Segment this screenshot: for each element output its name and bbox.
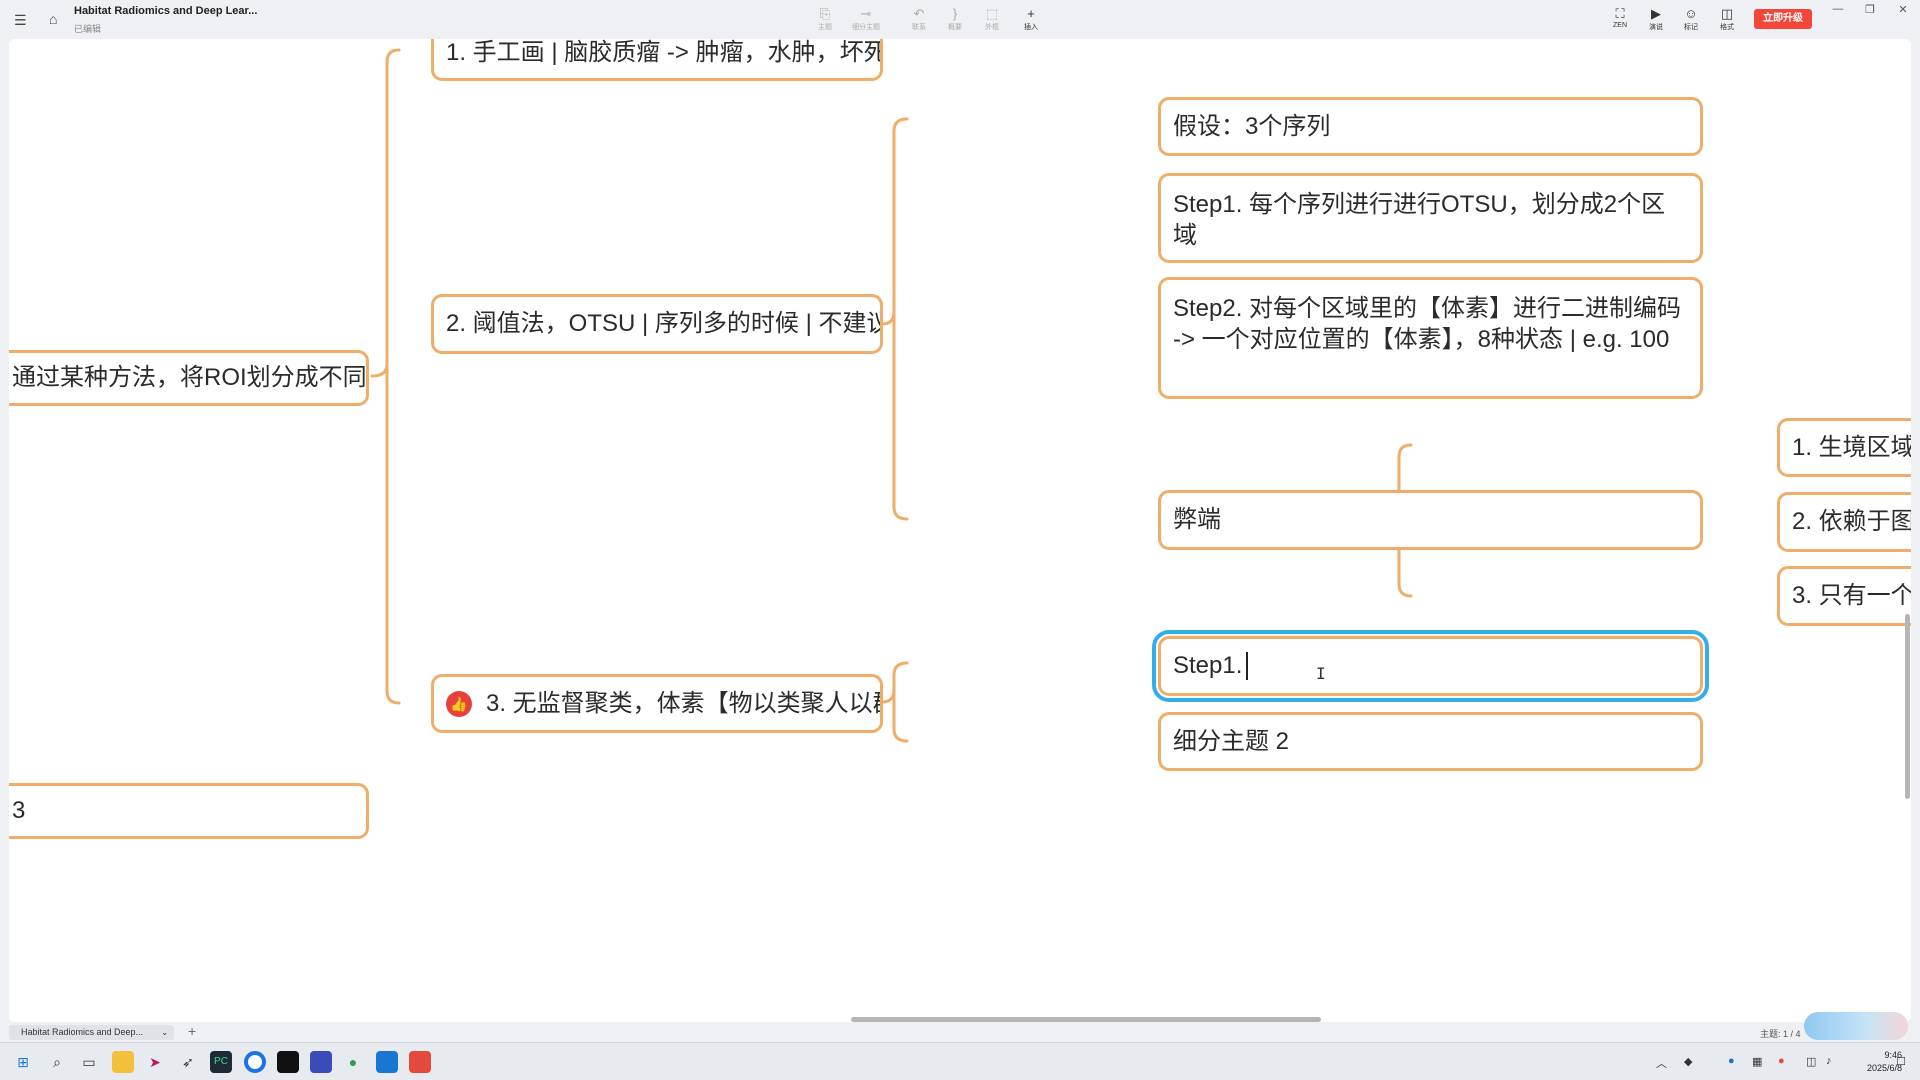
chevron-down-icon[interactable]: ⌄ xyxy=(161,1025,168,1040)
topic-step1-editing[interactable]: Step1. xyxy=(1152,630,1709,702)
title-bar: ☰ ⌂ Habitat Radiomics and Deep Lear... 已… xyxy=(0,0,1920,39)
terminal-icon[interactable] xyxy=(277,1051,299,1073)
topic-step1-editing-label[interactable]: Step1. xyxy=(1173,651,1242,681)
topic-unsupervised-clustering[interactable]: 👍 3. 无监督聚类，体素【物以类聚人以群分】 xyxy=(431,674,883,733)
format-button[interactable]: ◫ 格式 xyxy=(1707,6,1747,32)
notification-icon[interactable]: ☐ xyxy=(1896,1055,1906,1068)
topic-drawback[interactable]: 弊端 xyxy=(1158,490,1703,550)
maximize-icon[interactable]: ❐ xyxy=(1860,3,1880,16)
close-icon[interactable]: ✕ xyxy=(1893,3,1913,16)
summary-icon: } xyxy=(952,6,958,21)
format-icon: ◫ xyxy=(1720,6,1734,21)
keyboard-icon[interactable]: ▦ xyxy=(1752,1055,1762,1068)
wifi-icon[interactable]: ◫ xyxy=(1806,1055,1816,1068)
topic-assumption[interactable]: 假设：3个序列 xyxy=(1158,97,1703,156)
wechat-icon[interactable]: ● xyxy=(342,1051,364,1073)
topic-subtopic-2[interactable]: 细分主题 2 xyxy=(1158,712,1703,771)
teams-icon[interactable] xyxy=(310,1051,332,1073)
topic-count: 主题: 1 / 4 xyxy=(1760,1029,1801,1039)
upgrade-button[interactable]: 立即升级 xyxy=(1754,9,1812,29)
input-method-widget[interactable] xyxy=(1804,1012,1908,1040)
volume-icon[interactable]: ♪ xyxy=(1826,1055,1832,1067)
insert-icon: + xyxy=(1027,6,1035,21)
network-app-icon[interactable]: ◆ xyxy=(1684,1055,1692,1068)
add-sheet-icon[interactable]: + xyxy=(188,1023,196,1039)
document-status: 已编辑 xyxy=(74,24,102,34)
clock-date[interactable]: 2025/6/8 xyxy=(1852,1063,1902,1073)
chevron-up-icon[interactable]: ︿ xyxy=(1656,1055,1667,1071)
thumbs-up-icon: 👍 xyxy=(446,690,472,717)
relationship-tool-button[interactable]: ↶ 联系 xyxy=(899,6,939,32)
topic-left-main[interactable]: 通过某种方法，将ROI划分成不同的亚区 xyxy=(9,350,369,406)
topic-hand-drawn[interactable]: 1. 手工画 | 脑胶质瘤 -> 肿瘤，水肿，坏死...... xyxy=(431,39,883,81)
topic-step1-otsu[interactable]: Step1. 每个序列进行进行OTSU，划分成2个区域 xyxy=(1158,173,1703,263)
subtopic-tool-button[interactable]: ⊸ 细分主题 xyxy=(846,6,886,32)
subtopic-icon: ⊸ xyxy=(860,6,872,21)
pitch-icon: ▶ xyxy=(1651,6,1661,21)
file-explorer-icon[interactable] xyxy=(112,1051,134,1073)
marker-icon: ☺ xyxy=(1684,6,1698,21)
sheet-tab[interactable]: Habitat Radiomics and Deep... ⌄ xyxy=(9,1025,174,1040)
menu-icon[interactable]: ☰ xyxy=(14,13,27,27)
microphone-icon[interactable]: ● xyxy=(1728,1055,1735,1067)
boundary-icon: ⬚ xyxy=(985,6,999,21)
topic-habitat-region[interactable]: 1. 生境区域 xyxy=(1777,418,1911,477)
insert-tool-button[interactable]: + 插入 xyxy=(1011,6,1051,32)
ibeam-cursor: I xyxy=(1316,664,1326,683)
home-icon[interactable]: ⌂ xyxy=(49,12,57,26)
minimize-icon[interactable]: — xyxy=(1828,3,1848,15)
pitch-button[interactable]: ▶ 演说 xyxy=(1636,6,1676,32)
topic-threshold[interactable]: 2. 阈值法，OTSU | 序列多的时候 | 不建议 xyxy=(431,294,883,354)
pycharm-icon[interactable]: PC xyxy=(210,1051,232,1073)
vertical-scrollbar[interactable] xyxy=(1905,614,1910,799)
relationship-icon: ↶ xyxy=(913,6,925,21)
sheet-tab-label: Habitat Radiomics and Deep... xyxy=(21,1027,144,1037)
taskbar: ⊞ ⌕ ▭ ➤ ➶ PC ● ︿ ◆ ● ▦ ● ◫ ♪ 9:46 2025/6… xyxy=(0,1042,1920,1080)
xmind-icon[interactable] xyxy=(409,1051,431,1073)
mail-app-icon[interactable] xyxy=(376,1051,398,1073)
topic-step2-encoding[interactable]: Step2. 对每个区域里的【体素】进行二进制编码 -> 一个对应位置的【体素】… xyxy=(1158,277,1703,399)
windows-start-icon[interactable]: ⊞ xyxy=(12,1051,34,1073)
topic-icon: ⎘ xyxy=(819,6,831,21)
topic-unsupervised-clustering-label: 3. 无监督聚类，体素【物以类聚人以群分】 xyxy=(486,689,880,717)
topic-left-3[interactable]: 3 xyxy=(9,783,369,839)
summary-tool-button[interactable]: } 概要 xyxy=(935,6,975,32)
text-caret xyxy=(1246,652,1249,680)
pointer-app-icon[interactable]: ➤ xyxy=(144,1051,166,1073)
zen-icon: ⛶ xyxy=(1615,6,1625,21)
document-title: Habitat Radiomics and Deep Lear... xyxy=(74,5,258,17)
topic-tool-button[interactable]: ⎘ 主题 xyxy=(805,6,845,32)
chrome-icon[interactable] xyxy=(244,1051,266,1073)
boundary-tool-button[interactable]: ⬚ 外框 xyxy=(972,6,1012,32)
send-app-icon[interactable]: ➶ xyxy=(177,1051,199,1073)
topic-only-one[interactable]: 3. 只有一个 xyxy=(1777,566,1911,626)
search-icon[interactable]: ⌕ xyxy=(46,1051,68,1073)
app-tray-icon[interactable]: ● xyxy=(1778,1055,1785,1067)
marker-button[interactable]: ☺ 标记 xyxy=(1671,6,1711,32)
mindmap-canvas[interactable]: 通过某种方法，将ROI划分成不同的亚区 3 1. 手工画 | 脑胶质瘤 -> 肿… xyxy=(9,39,1911,1022)
sheet-bar: Habitat Radiomics and Deep... ⌄ + 主题: 1 … xyxy=(0,1022,1920,1042)
topic-depends-on[interactable]: 2. 依赖于图 xyxy=(1777,492,1911,552)
task-view-icon[interactable]: ▭ xyxy=(78,1051,100,1073)
zen-button[interactable]: ⛶ ZEN xyxy=(1600,6,1640,29)
